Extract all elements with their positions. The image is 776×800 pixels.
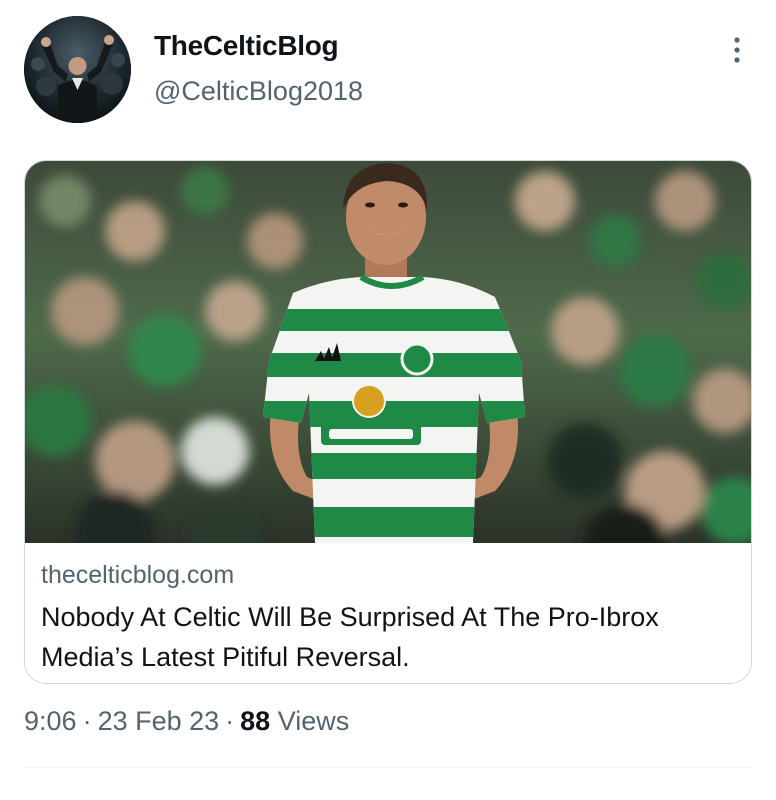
- meta-separator: ·: [225, 706, 235, 736]
- views-count[interactable]: 88: [240, 706, 270, 736]
- card-image[interactable]: [25, 161, 751, 543]
- views-label[interactable]: Views: [278, 706, 350, 736]
- divider: [24, 767, 752, 768]
- tweet-meta: 9:06 · 23 Feb 23 · 88 Views: [24, 706, 349, 737]
- tweet-header: TheCelticBlog @CelticBlog2018: [0, 0, 776, 140]
- link-preview-card[interactable]: thecelticblog.com Nobody At Celtic Will …: [24, 160, 752, 684]
- card-title: Nobody At Celtic Will Be Surprised At Th…: [41, 602, 659, 672]
- meta-separator: ·: [82, 706, 92, 736]
- author-display-name[interactable]: TheCelticBlog: [154, 30, 339, 62]
- player-celebration-photo: [25, 161, 751, 543]
- author-handle[interactable]: @CelticBlog2018: [154, 76, 363, 107]
- more-options-button[interactable]: [722, 30, 752, 70]
- avatar-manager-photo: [24, 16, 131, 123]
- card-domain: thecelticblog.com: [41, 561, 235, 589]
- tweet-time[interactable]: 9:06: [24, 706, 77, 736]
- author-avatar[interactable]: [24, 16, 131, 123]
- more-dots-vertical-icon: [734, 37, 740, 63]
- card-body[interactable]: thecelticblog.com Nobody At Celtic Will …: [25, 543, 751, 683]
- tweet-date[interactable]: 23 Feb 23: [98, 706, 220, 736]
